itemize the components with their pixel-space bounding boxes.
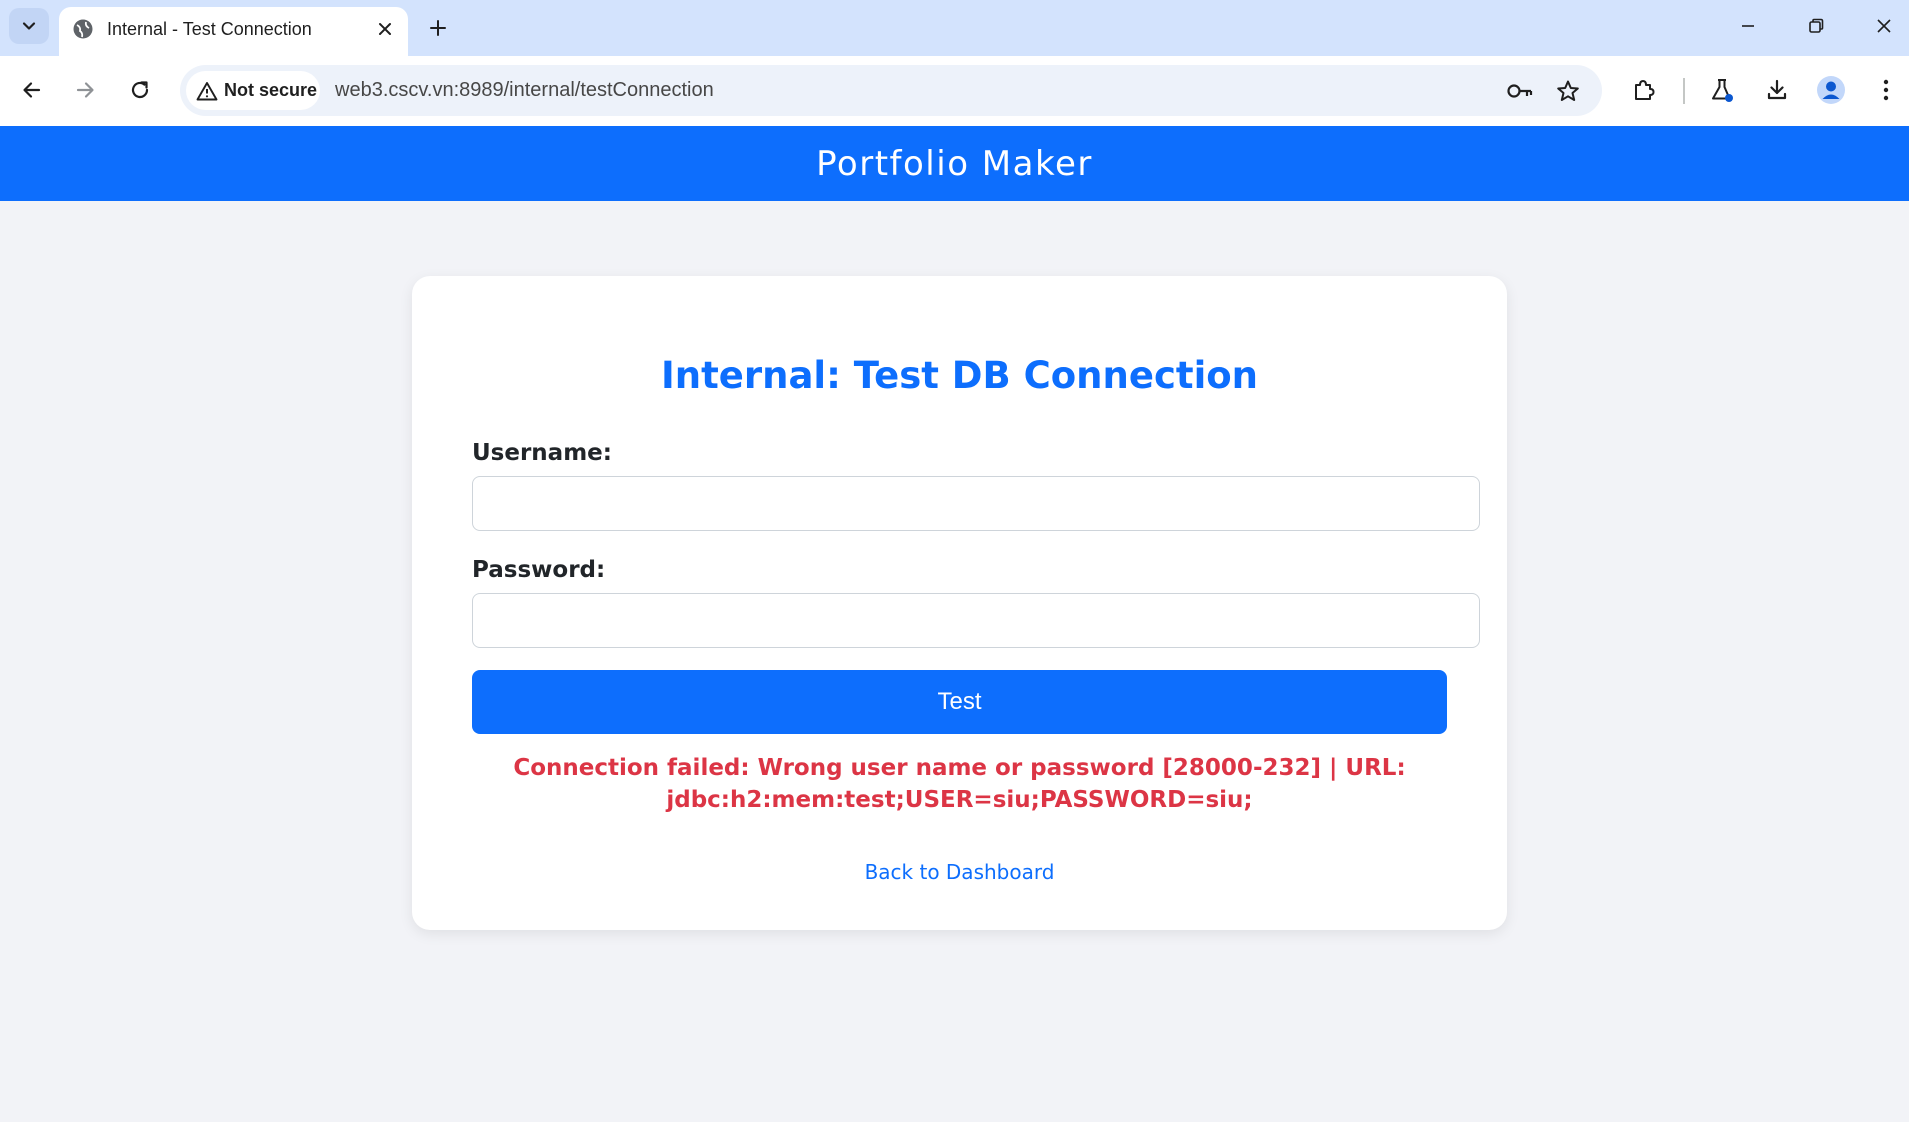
reload-icon[interactable]	[120, 70, 160, 110]
key-icon[interactable]	[1502, 73, 1538, 109]
url-text[interactable]: web3.cscv.vn:8989/internal/testConnectio…	[335, 79, 714, 102]
app-title: Portfolio Maker	[816, 143, 1093, 184]
username-label: Username:	[472, 440, 612, 466]
globe-icon	[71, 17, 95, 41]
error-message: Connection failed: Wrong user name or pa…	[472, 752, 1447, 816]
test-button[interactable]: Test	[472, 670, 1447, 734]
security-label: Not secure	[224, 80, 318, 100]
app-header: Portfolio Maker	[0, 126, 1909, 201]
toolbar-separator	[1683, 78, 1685, 104]
page-title: Internal: Test DB Connection	[660, 354, 1259, 397]
username-field[interactable]	[472, 476, 1480, 531]
password-label: Password:	[472, 557, 606, 583]
more-menu-icon[interactable]	[1866, 70, 1906, 110]
download-icon[interactable]	[1757, 70, 1797, 110]
error-line-2: jdbc:h2:mem:test;USER=siu;PASSWORD=siu;	[666, 787, 1253, 813]
warning-triangle-icon	[196, 81, 218, 100]
tab-title: Internal - Test Connection	[107, 19, 312, 39]
browser-toolbar: Not secure web3.cscv.vn:8989/internal/te…	[0, 56, 1909, 126]
close-window-icon[interactable]	[1860, 8, 1908, 44]
chevron-down-icon	[22, 22, 36, 30]
browser-tabstrip: Internal - Test Connection	[0, 0, 1909, 56]
security-chip[interactable]: Not secure	[186, 71, 320, 110]
star-bookmark-icon[interactable]	[1550, 73, 1586, 109]
browser-tab-active[interactable]: Internal - Test Connection	[59, 7, 408, 56]
extensions-puzzle-icon[interactable]	[1624, 70, 1664, 110]
labs-flask-icon[interactable]	[1702, 70, 1742, 110]
forward-arrow-icon[interactable]	[65, 70, 105, 110]
profile-avatar-icon[interactable]	[1811, 70, 1851, 110]
back-link-wrapper: Back to Dashboard	[472, 860, 1447, 884]
tab-search-button[interactable]	[9, 8, 49, 44]
minimize-window-icon[interactable]	[1724, 8, 1772, 44]
password-field[interactable]	[472, 593, 1480, 648]
close-tab-icon[interactable]	[372, 16, 398, 42]
back-to-dashboard-link[interactable]: Back to Dashboard	[865, 860, 1055, 884]
restore-window-icon[interactable]	[1792, 8, 1840, 44]
new-tab-plus-icon[interactable]	[422, 12, 454, 44]
back-arrow-icon[interactable]	[12, 70, 52, 110]
address-bar[interactable]: Not secure web3.cscv.vn:8989/internal/te…	[180, 65, 1602, 116]
error-line-1: Connection failed: Wrong user name or pa…	[513, 755, 1406, 781]
test-connection-card: Internal: Test DB Connection Username: P…	[412, 276, 1507, 930]
